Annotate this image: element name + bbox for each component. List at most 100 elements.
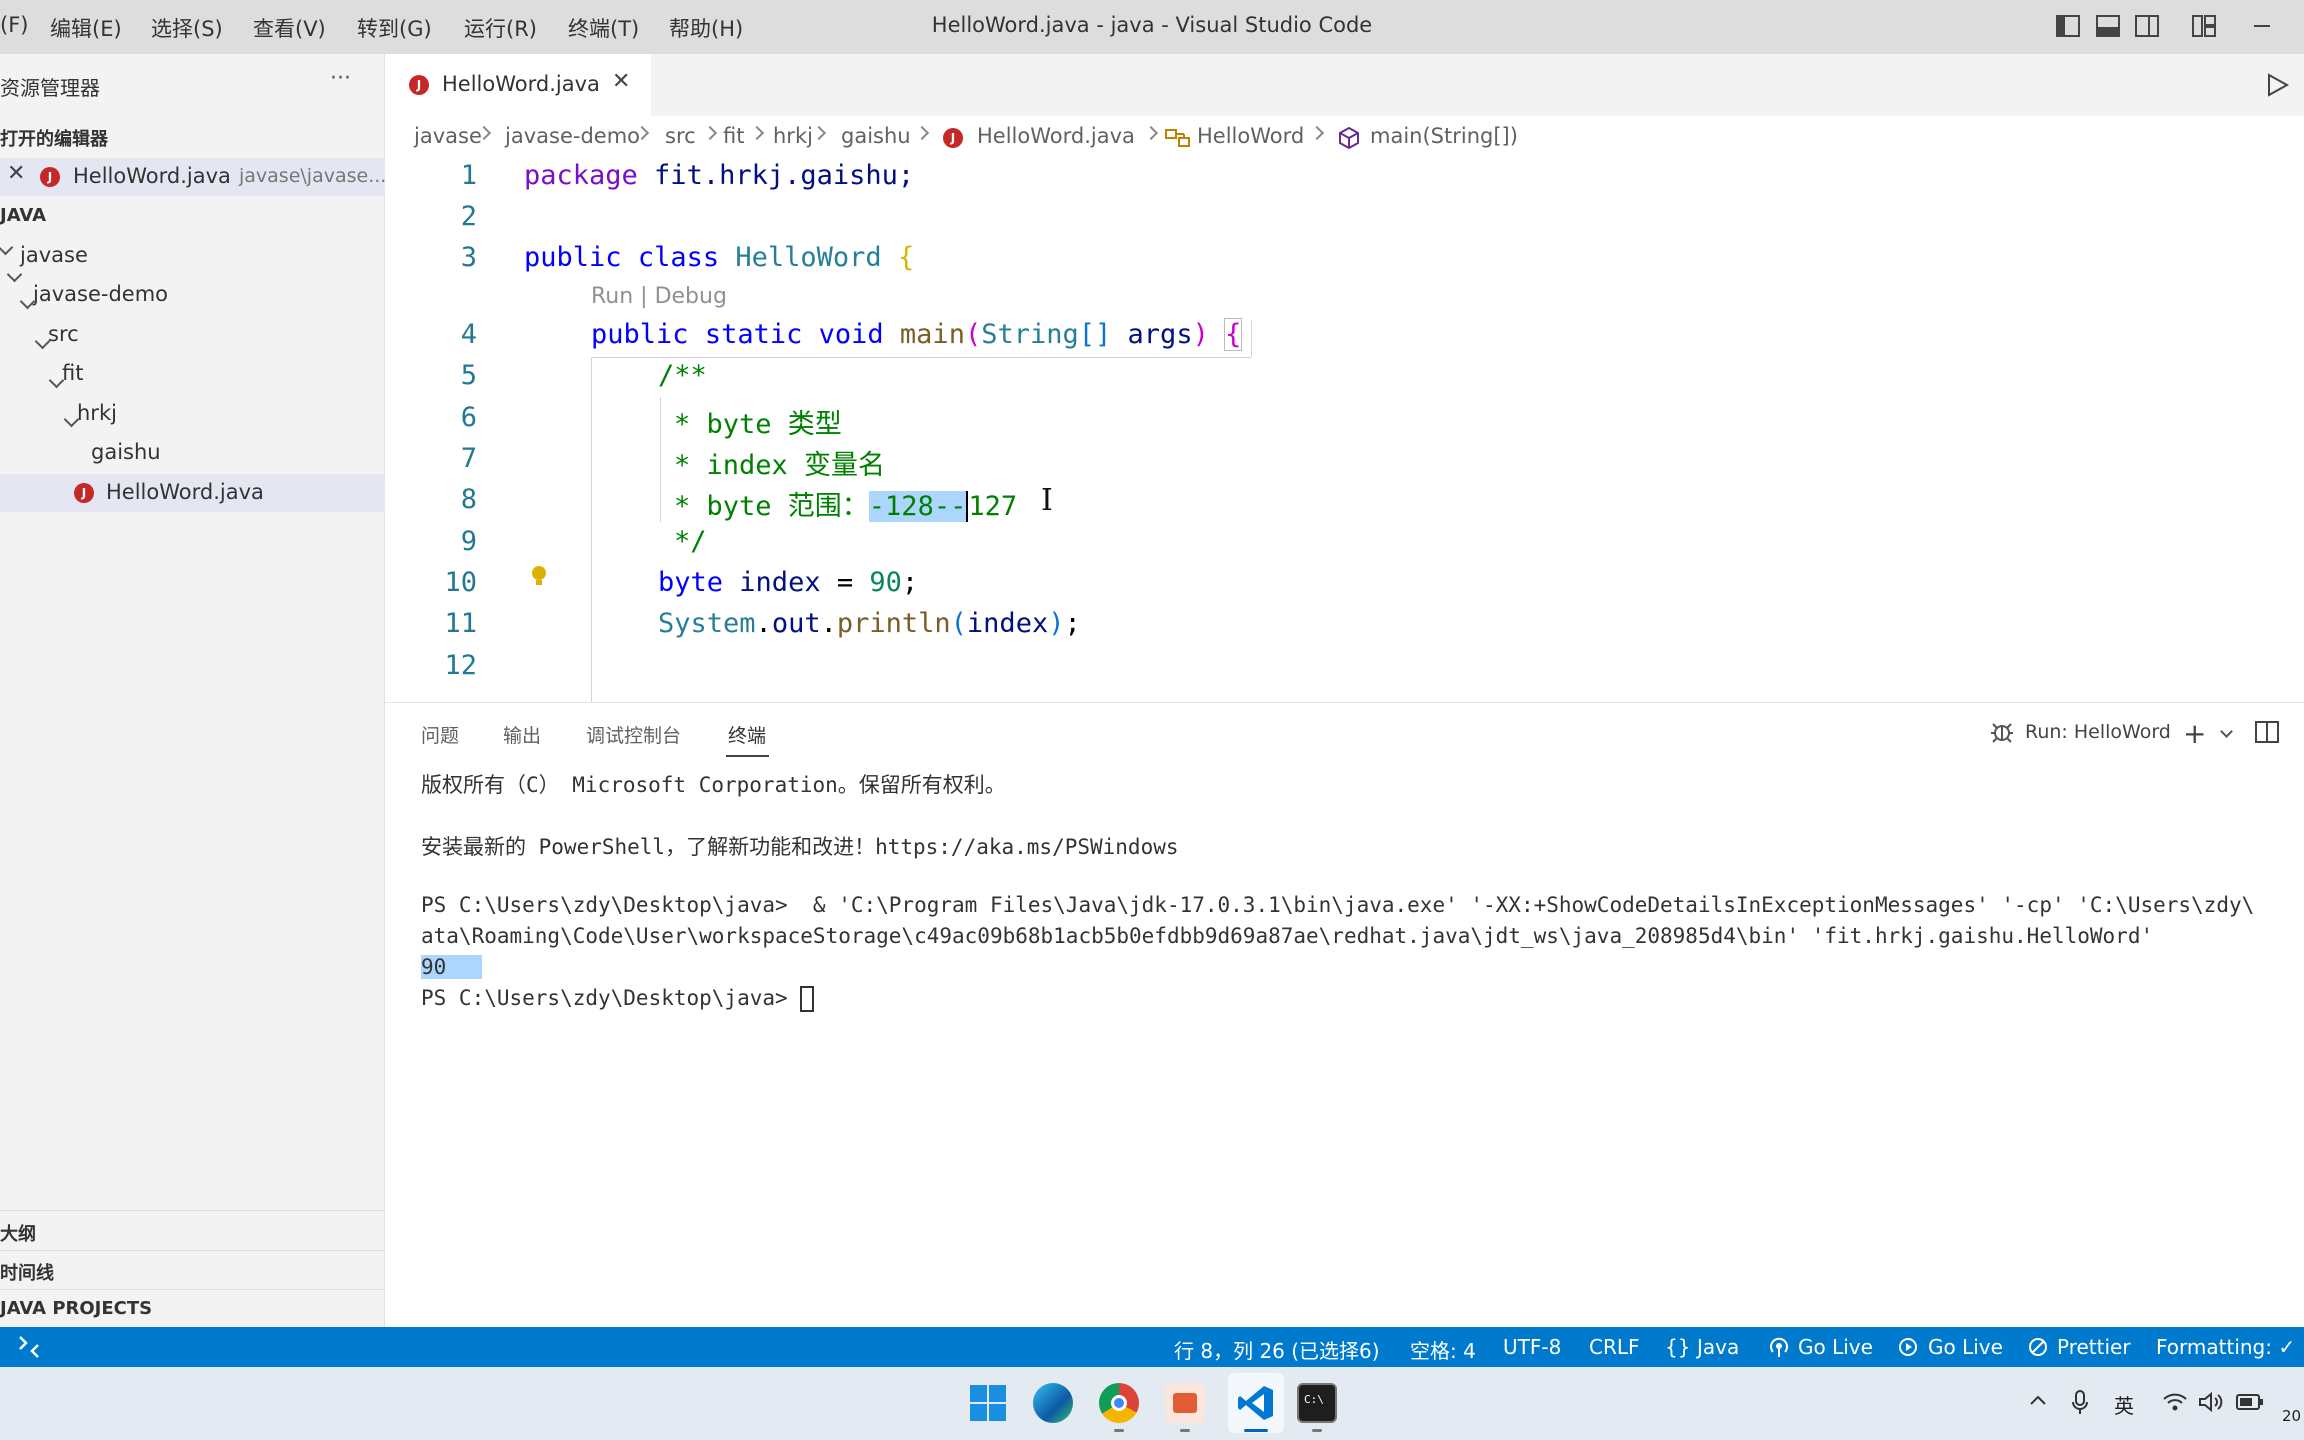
terminal-line: 安装最新的 PowerShell，了解新功能和改进！https://aka.ms… [421, 835, 1179, 859]
explorer-more-icon[interactable]: ··· [330, 66, 351, 91]
formatting-status[interactable]: Formatting: ✓ [2156, 1335, 2295, 1359]
breadcrumb-item[interactable]: hrkj [773, 124, 813, 148]
tree-item-javase[interactable]: javase [20, 243, 88, 267]
class-symbol-icon [1165, 128, 1191, 152]
go-live-button-2[interactable]: Go Live [1928, 1335, 2003, 1359]
tab-terminal[interactable]: 终端 [728, 721, 766, 748]
presentation-app-icon[interactable] [1165, 1383, 1205, 1423]
clock-partial[interactable]: 20 [2282, 1407, 2301, 1425]
breadcrumb-item[interactable]: fit [723, 124, 744, 148]
tab-problems[interactable]: 问题 [421, 721, 459, 748]
close-tab-icon[interactable]: ✕ [612, 69, 630, 94]
chevron-down-icon[interactable] [6, 266, 23, 283]
run-file-icon[interactable] [2265, 72, 2290, 102]
tree-item-javase-demo[interactable]: javase-demo [33, 282, 168, 306]
tree-item-fit[interactable]: fit [62, 361, 83, 385]
close-editor-icon[interactable]: ✕ [7, 161, 25, 186]
go-live-button[interactable]: Go Live [1798, 1335, 1873, 1359]
tree-item-hrkj[interactable]: hrkj [77, 401, 117, 425]
window-title: HelloWord.java - java - Visual Studio Co… [931, 13, 1373, 37]
open-editor-item[interactable]: ✕ J HelloWord.java javase\javase... [0, 158, 386, 196]
java-file-icon: J [40, 167, 60, 187]
terminal-prompt[interactable]: PS C:\Users\zdy\Desktop\java> [421, 986, 815, 1012]
line-number: 4 [460, 319, 477, 350]
menu-file[interactable]: (F) [0, 13, 28, 37]
line-number: 7 [460, 443, 477, 474]
prettier-status[interactable]: Prettier [2057, 1335, 2131, 1359]
minimize-icon[interactable] [2250, 15, 2274, 37]
line-number: 12 [444, 650, 477, 681]
remote-icon[interactable] [16, 1335, 42, 1363]
java-projects-header[interactable]: JAVA PROJECTS [0, 1298, 152, 1319]
encoding[interactable]: UTF-8 [1503, 1335, 1561, 1359]
tab-output[interactable]: 输出 [503, 721, 541, 748]
chrome-browser-icon[interactable] [1099, 1383, 1139, 1423]
chevron-down-icon[interactable] [2220, 725, 2233, 738]
language-mode[interactable]: Java [1697, 1335, 1739, 1359]
terminal-app-icon[interactable]: C:\ [1297, 1383, 1337, 1423]
breadcrumb-item[interactable]: main(String[]) [1370, 124, 1518, 148]
split-terminal-icon[interactable] [2255, 721, 2279, 747]
play-circle-icon [1898, 1337, 1918, 1361]
tab-debug-console[interactable]: 调试控制台 [586, 721, 681, 748]
open-editors-header[interactable]: 打开的编辑器 [0, 125, 108, 151]
chevron-right-icon [811, 125, 827, 141]
terminal-run-label[interactable]: Run: HelloWord [2025, 721, 2171, 743]
code-line-9: */ [674, 526, 707, 557]
toggle-panel-icon[interactable] [2096, 15, 2120, 37]
explorer-title: 资源管理器 [0, 76, 100, 100]
breadcrumb-item[interactable]: src [665, 124, 696, 148]
customize-layout-icon[interactable] [2192, 15, 2216, 37]
line-ending[interactable]: CRLF [1589, 1335, 1640, 1359]
chevron-right-icon [702, 125, 718, 141]
running-indicator [1180, 1429, 1190, 1432]
menu-help[interactable]: 帮助(H) [669, 13, 743, 43]
chevron-down-icon[interactable] [0, 239, 14, 256]
toggle-secondary-sidebar-icon[interactable] [2135, 15, 2159, 37]
battery-icon[interactable] [2236, 1393, 2264, 1415]
volume-icon[interactable] [2198, 1391, 2224, 1417]
bracket-guide [1251, 320, 1252, 357]
breadcrumb-item[interactable]: javase [414, 124, 482, 148]
chevron-right-icon [914, 125, 930, 141]
edge-browser-icon[interactable] [1033, 1383, 1073, 1423]
code-line-6: * byte 类型 [674, 409, 842, 440]
timeline-header[interactable]: 时间线 [0, 1259, 54, 1285]
breadcrumb-item[interactable]: gaishu [841, 124, 911, 148]
tree-item-gaishu[interactable]: gaishu [91, 440, 161, 464]
breadcrumb-item[interactable]: javase-demo [505, 124, 640, 148]
java-file-icon: J [409, 75, 429, 95]
chevron-up-icon[interactable] [2028, 1389, 2048, 1413]
code-editor[interactable]: 1 2 3 4 5 6 7 8 9 10 11 12 package fit.h… [385, 160, 2304, 702]
tree-item-src[interactable]: src [48, 322, 79, 346]
toggle-primary-sidebar-icon[interactable] [2056, 15, 2080, 37]
lightbulb-icon[interactable] [530, 564, 548, 594]
divider [0, 1250, 385, 1251]
cursor-position[interactable]: 行 8，列 26 (已选择6) [1174, 1335, 1380, 1364]
tab-helloword[interactable]: J HelloWord.java ✕ [385, 54, 651, 116]
indentation[interactable]: 空格: 4 [1410, 1335, 1476, 1364]
broadcast-icon [1769, 1337, 1789, 1361]
new-terminal-icon[interactable]: + [2183, 717, 2206, 750]
vscode-icon[interactable] [1236, 1383, 1276, 1423]
ime-indicator[interactable]: 英 [2114, 1390, 2134, 1419]
tree-item-helloword-row[interactable]: J HelloWord.java [0, 474, 385, 512]
menu-edit[interactable]: 编辑(E) [50, 13, 122, 43]
code-line-7: * index 变量名 [674, 450, 886, 481]
menu-view[interactable]: 查看(V) [253, 13, 326, 43]
menu-selection[interactable]: 选择(S) [151, 13, 223, 43]
menu-terminal[interactable]: 终端(T) [568, 13, 639, 43]
workspace-header[interactable]: JAVA [0, 205, 46, 226]
line-number: 9 [460, 526, 477, 557]
menu-run[interactable]: 运行(R) [464, 13, 537, 43]
microphone-icon[interactable] [2071, 1390, 2089, 1420]
wifi-icon[interactable] [2162, 1392, 2188, 1416]
breadcrumb-item[interactable]: HelloWord [1197, 124, 1304, 148]
code-line-10: byte index = 90; [658, 567, 919, 598]
windows-start-icon[interactable] [968, 1383, 1008, 1423]
active-indicator [1244, 1429, 1268, 1432]
menu-go[interactable]: 转到(G) [357, 13, 432, 43]
breadcrumb-item[interactable]: HelloWord.java [977, 124, 1135, 148]
outline-header[interactable]: 大纲 [0, 1220, 36, 1246]
codelens-run-debug[interactable]: Run | Debug [591, 284, 727, 309]
